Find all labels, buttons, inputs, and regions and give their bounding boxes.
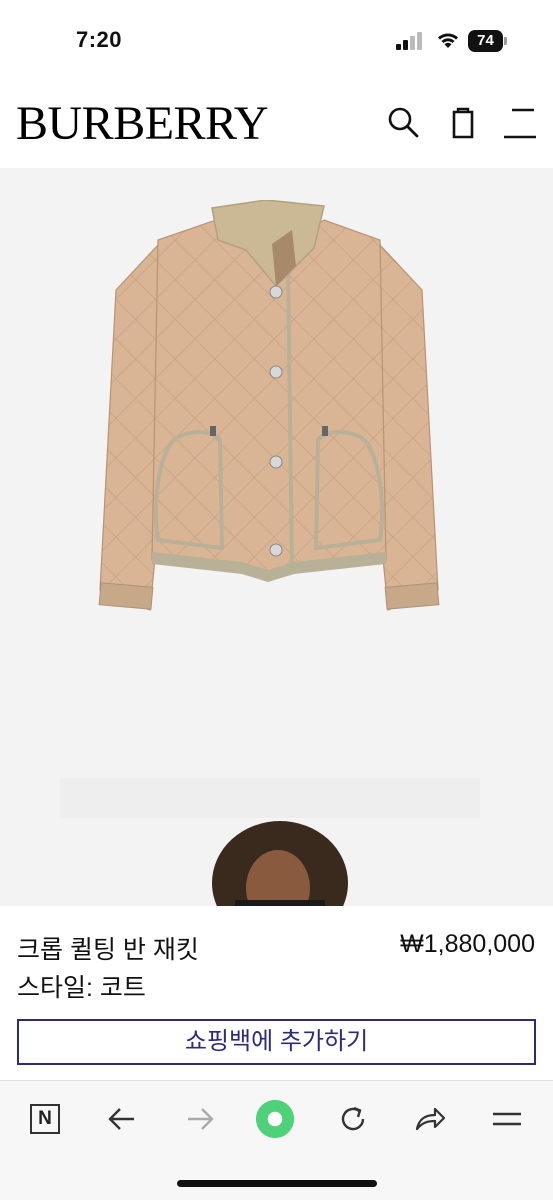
forward-button[interactable]	[180, 1099, 220, 1139]
green-home-button[interactable]	[255, 1099, 295, 1139]
product-gallery[interactable]	[0, 168, 553, 906]
status-time: 7:20	[76, 27, 123, 52]
naver-n-button[interactable]: N	[25, 1099, 65, 1139]
reload-button[interactable]	[333, 1099, 373, 1139]
product-name: 크롭 퀼팅 반 재킷	[17, 936, 199, 964]
add-to-bag-button[interactable]: 쇼핑백에 추가하기	[17, 1019, 536, 1065]
product-style: 스타일: 코트	[17, 974, 146, 1002]
product-image-jacket[interactable]	[96, 200, 442, 650]
more-menu-button[interactable]	[487, 1099, 527, 1139]
battery-level: 74	[468, 30, 503, 52]
forward-arrow-icon	[188, 1108, 214, 1130]
back-button[interactable]	[102, 1099, 142, 1139]
product-info: 크롭 퀼팅 반 재킷 ₩1,880,000 스타일: 코트 쇼핑백에 추가하기	[0, 906, 553, 1080]
menu-icon[interactable]	[504, 104, 542, 142]
shopping-bag-icon[interactable]	[444, 104, 482, 142]
back-arrow-icon	[108, 1108, 134, 1130]
product-price: ₩1,880,000	[400, 930, 535, 958]
brand-logo[interactable]: BURBERRY	[16, 96, 269, 151]
search-icon[interactable]	[385, 104, 423, 142]
status-bar: 7:20 74	[0, 0, 553, 82]
site-header: BURBERRY	[0, 82, 553, 168]
reload-icon	[341, 1106, 365, 1131]
model-image[interactable]	[0, 768, 553, 906]
wifi-icon	[438, 33, 458, 48]
green-home-icon	[255, 1099, 295, 1139]
more-menu-icon	[493, 1112, 521, 1126]
share-icon	[415, 1107, 446, 1131]
battery-icon: 74	[468, 30, 508, 52]
naver-n-icon: N	[30, 1104, 60, 1134]
home-indicator[interactable]	[177, 1180, 377, 1187]
share-button[interactable]	[410, 1099, 450, 1139]
signal-icon	[396, 32, 422, 50]
